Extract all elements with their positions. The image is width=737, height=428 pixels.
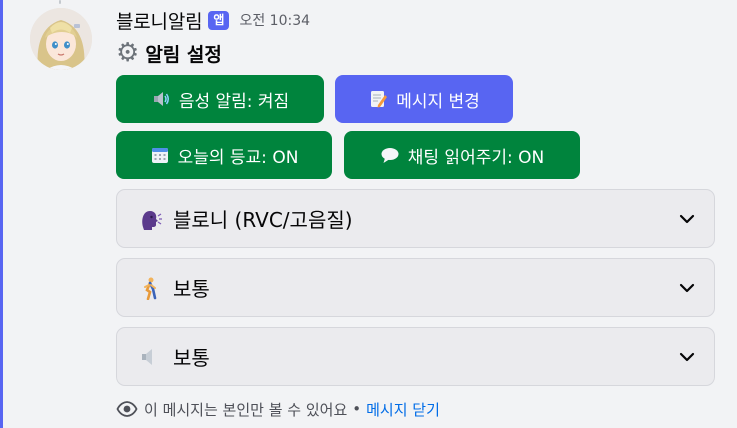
chevron-down-icon [679, 283, 695, 293]
walking-person-icon [137, 275, 163, 301]
chevron-down-icon [679, 214, 695, 224]
thread-tick [59, 0, 61, 4]
memo-icon [368, 89, 388, 109]
message-header: 블로니알림 앱 오전 10:34 [116, 7, 310, 33]
voice-select-value: 블로니 (RVC/고음질) [173, 208, 353, 232]
timestamp: 오전 10:34 [239, 13, 311, 29]
volume-select[interactable]: 보통 [116, 327, 715, 386]
embed-title: ⚙ 알림 설정 [116, 38, 222, 68]
avatar[interactable] [30, 8, 92, 70]
ephemeral-note: 이 메시지는 본인만 볼 수 있어요 [144, 400, 348, 419]
speaking-head-icon [137, 206, 163, 232]
voice-select[interactable]: 블로니 (RVC/고음질) [116, 189, 715, 248]
change-message-label: 메시지 변경 [396, 91, 480, 112]
eye-icon [116, 401, 138, 417]
school-today-label: 오늘의 등교: ON [177, 147, 299, 168]
chat-read-label: 채팅 읽어주기: ON [407, 147, 545, 168]
app-badge: 앱 [208, 10, 230, 30]
username[interactable]: 블로니알림 [116, 7, 203, 34]
school-today-button[interactable]: 오늘의 등교: ON [116, 131, 332, 179]
message-highlight-bar [0, 0, 3, 428]
speech-bubble-icon [380, 145, 400, 165]
gear-icon: ⚙ [116, 38, 140, 68]
speaker-icon [151, 89, 171, 109]
chevron-down-icon [679, 352, 695, 362]
speed-select-value: 보통 [173, 277, 210, 301]
calendar-icon [150, 145, 170, 165]
voice-alert-button[interactable]: 음성 알림: 켜짐 [116, 75, 324, 123]
voice-alert-label: 음성 알림: 켜짐 [178, 91, 290, 112]
change-message-button[interactable]: 메시지 변경 [335, 75, 513, 123]
dismiss-message-link[interactable]: 메시지 닫기 [366, 399, 440, 420]
separator-dot: • [352, 400, 362, 418]
speed-select[interactable]: 보통 [116, 258, 715, 317]
title-text: 알림 설정 [145, 43, 222, 66]
speaker-low-icon [137, 344, 163, 370]
volume-select-value: 보통 [173, 346, 210, 370]
ephemeral-footer: 이 메시지는 본인만 볼 수 있어요 • 메시지 닫기 [116, 398, 440, 420]
chat-read-button[interactable]: 채팅 읽어주기: ON [344, 131, 580, 179]
